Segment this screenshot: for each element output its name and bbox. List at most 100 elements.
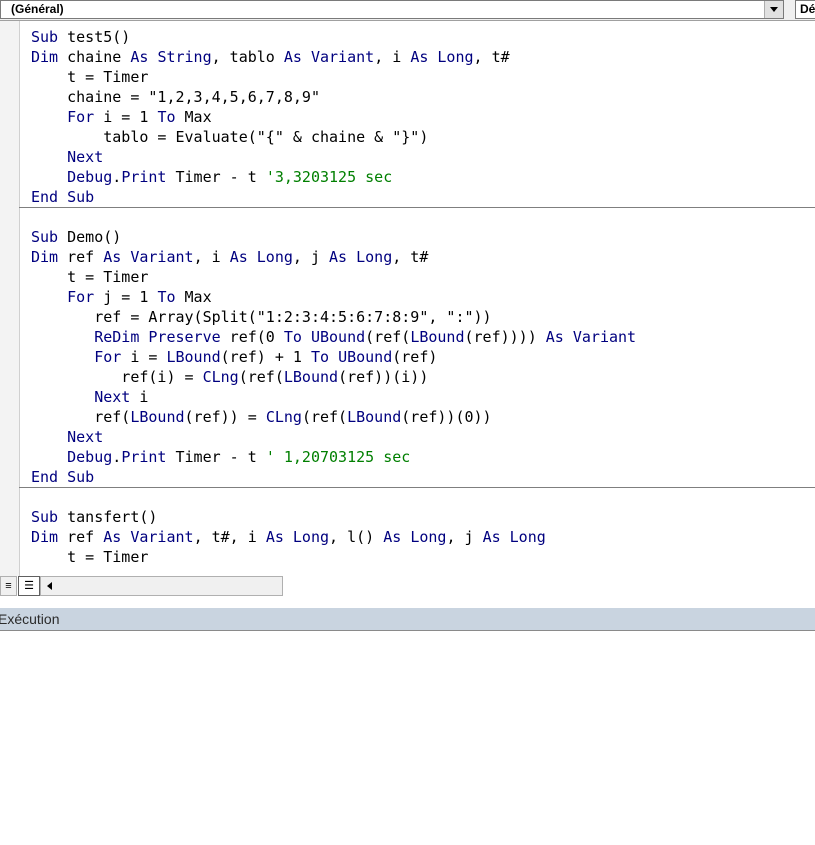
code-line[interactable] — [31, 487, 636, 507]
code-text[interactable]: Sub test5() Dim chaine As String, tablo A… — [31, 27, 636, 567]
code-token: Timer - t — [166, 448, 266, 466]
code-token: (ref( — [238, 368, 284, 386]
code-keyword: LBound — [283, 368, 339, 386]
code-keyword: As — [383, 528, 402, 546]
code-keyword: As — [545, 328, 564, 346]
code-line[interactable]: t = Timer — [31, 67, 636, 87]
code-token: t = Timer — [31, 548, 149, 566]
code-token: . — [112, 168, 122, 186]
code-line[interactable]: For i = 1 To Max — [31, 107, 636, 127]
procedure-dropdown[interactable]: Dé — [795, 0, 815, 19]
code-keyword: Next — [67, 428, 104, 446]
code-line[interactable]: Sub tansfert() — [31, 507, 636, 527]
code-token: , l() — [329, 528, 384, 546]
code-keyword: Long — [437, 48, 474, 66]
code-line[interactable]: tablo = Evaluate("{" & chaine & "}") — [31, 127, 636, 147]
code-editor[interactable]: Sub test5() Dim chaine As String, tablo A… — [0, 21, 815, 576]
code-keyword: Sub — [31, 508, 59, 526]
code-token: ref — [58, 528, 104, 546]
code-keyword: As — [130, 48, 149, 66]
code-line[interactable]: Debug.Print Timer - t '3,3203125 sec — [31, 167, 636, 187]
code-keyword: As — [103, 528, 122, 546]
immediate-window-content[interactable] — [0, 631, 815, 845]
code-token: , i — [193, 248, 230, 266]
procedure-separator — [19, 207, 815, 208]
code-keyword: String — [157, 48, 212, 66]
scrollbar-thumb[interactable] — [60, 578, 280, 594]
code-keyword: Debug — [67, 448, 113, 466]
code-line[interactable]: End Sub — [31, 467, 636, 487]
code-token: , j — [292, 248, 330, 266]
code-keyword: As — [329, 248, 348, 266]
code-keyword: Preserve — [148, 328, 221, 346]
margin-indicator-bar[interactable] — [0, 21, 20, 576]
code-line[interactable]: chaine = "1,2,3,4,5,6,7,8,9" — [31, 87, 636, 107]
object-dropdown[interactable]: (Général) — [0, 0, 784, 19]
code-line[interactable] — [31, 207, 636, 227]
code-token: (ref)))) — [464, 328, 546, 346]
code-token: ref(0 — [220, 328, 284, 346]
code-line[interactable]: t = Timer — [31, 547, 636, 567]
code-token: (ref) — [392, 348, 438, 366]
code-line[interactable]: Sub test5() — [31, 27, 636, 47]
code-keyword: Long — [410, 528, 447, 546]
code-keyword: Variant — [310, 48, 375, 66]
code-line[interactable]: Debug.Print Timer - t ' 1,20703125 sec — [31, 447, 636, 467]
code-keyword: For — [94, 348, 122, 366]
code-keyword: Print — [121, 168, 167, 186]
code-keyword: Next — [67, 148, 104, 166]
code-keyword: Dim — [31, 528, 59, 546]
code-token: i — [130, 388, 149, 406]
code-token: ref(i) = — [31, 368, 203, 386]
code-keyword: LBound — [410, 328, 465, 346]
code-keyword: Variant — [130, 528, 194, 546]
horizontal-scrollbar[interactable] — [40, 576, 283, 596]
code-keyword: To — [157, 288, 176, 306]
code-token: (ref)) = — [184, 408, 266, 426]
code-line[interactable]: t = Timer — [31, 267, 636, 287]
code-line[interactable]: ref = Array(Split("1:2:3:4:5:6:7:8:9", "… — [31, 307, 636, 327]
code-line[interactable]: Dim chaine As String, tablo As Variant, … — [31, 47, 636, 67]
code-line[interactable]: For i = LBound(ref) + 1 To UBound(ref) — [31, 347, 636, 367]
code-token: chaine = "1,2,3,4,5,6,7,8,9" — [31, 88, 320, 106]
code-line[interactable]: ReDim Preserve ref(0 To UBound(ref(LBoun… — [31, 327, 636, 347]
code-line[interactable]: ref(i) = CLng(ref(LBound(ref))(i)) — [31, 367, 636, 387]
code-line[interactable]: Next — [31, 427, 636, 447]
code-keyword: As — [482, 528, 501, 546]
code-keyword: Next — [94, 388, 131, 406]
procedure-view-button[interactable]: ≡ — [0, 576, 17, 596]
code-token: , tablo — [211, 48, 284, 66]
code-line[interactable]: ref(LBound(ref)) = CLng(ref(LBound(ref))… — [31, 407, 636, 427]
code-token: Max — [175, 108, 212, 126]
scroll-left-button[interactable] — [41, 577, 58, 595]
code-token: i = 1 — [94, 108, 158, 126]
code-keyword: To — [310, 348, 330, 366]
code-line[interactable]: Dim ref As Variant, i As Long, j As Long… — [31, 247, 636, 267]
code-token: (ref))(i)) — [338, 368, 429, 386]
full-module-view-button[interactable]: ☰ — [18, 576, 40, 596]
code-line[interactable]: Dim ref As Variant, t#, i As Long , l() A… — [31, 527, 636, 547]
code-line[interactable]: Sub Demo() — [31, 227, 636, 247]
code-token: t = Timer — [31, 68, 149, 86]
code-keyword: Long — [509, 528, 546, 546]
code-keyword: Long — [356, 248, 393, 266]
code-line[interactable]: For j = 1 To Max — [31, 287, 636, 307]
code-token: Demo() — [58, 228, 122, 246]
code-token: , t#, i — [193, 528, 266, 546]
code-keyword: Dim — [31, 248, 59, 266]
code-line[interactable]: Next i — [31, 387, 636, 407]
code-line[interactable]: Next — [31, 147, 636, 167]
object-dropdown-arrow[interactable] — [764, 1, 783, 18]
code-keyword: LBound — [347, 408, 402, 426]
code-window-header: (Général) Dé — [0, 0, 815, 21]
code-line[interactable]: End Sub — [31, 187, 636, 207]
code-token: (ref))(0)) — [401, 408, 492, 426]
